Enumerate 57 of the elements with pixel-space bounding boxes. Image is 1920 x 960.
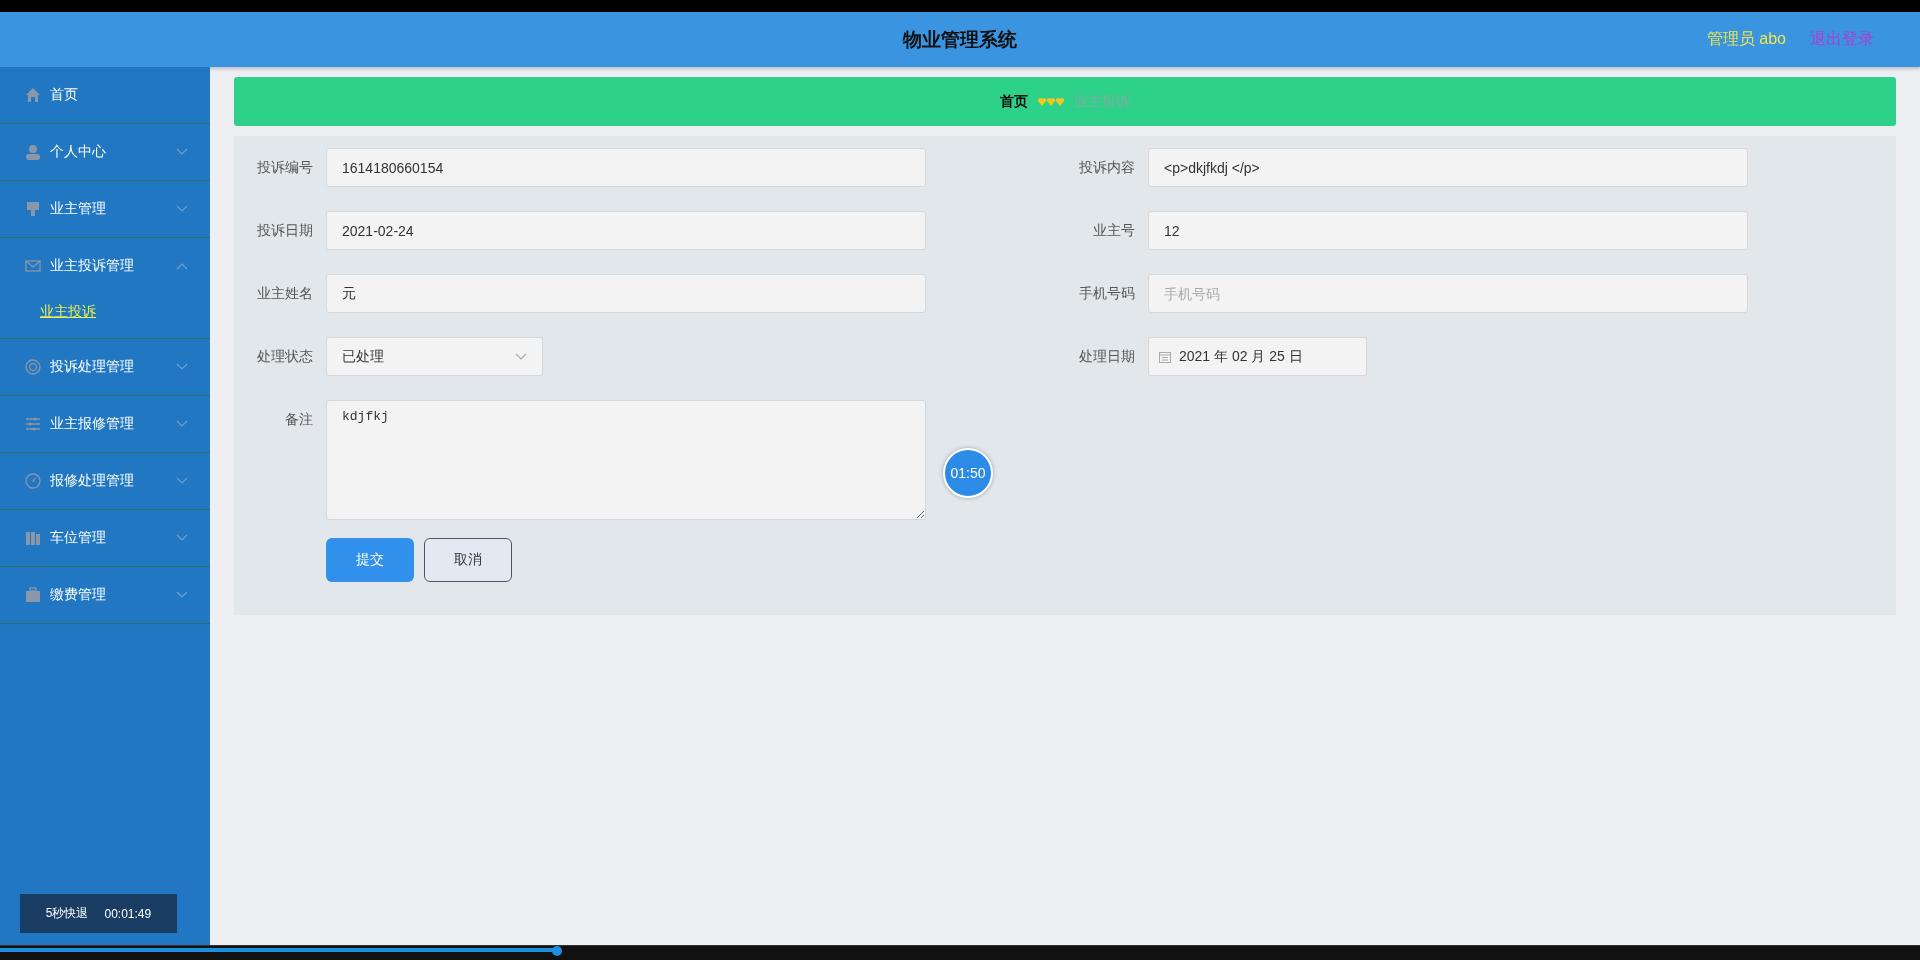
paint-brush-icon [25,201,41,217]
field-label: 投诉内容 [1078,158,1136,177]
sidebar-item[interactable]: 业主管理 [0,181,210,237]
chevron-down-icon [176,477,188,485]
sidebar-item[interactable]: 业主投诉管理 [0,238,210,294]
mail-icon [25,258,41,274]
field-label: 业主号 [1092,221,1136,240]
chevron-down-icon [176,591,188,599]
input-field[interactable]: 2021-02-24 [326,211,926,250]
app-title: 物业管理系统 [903,27,1017,52]
sidebar-item[interactable]: 车位管理 [0,510,210,566]
input-field[interactable]: 手机号码 [1148,274,1748,313]
field-label: 备注 [284,410,314,429]
breadcrumb-link[interactable]: 首页 [1000,92,1028,111]
progress-handle[interactable] [551,946,562,956]
chevron-up-icon [176,262,188,270]
lifebuoy-icon [25,359,41,375]
input-field[interactable]: <p>dkjfkdj </p> [1148,148,1748,187]
field-label: 处理状态 [256,347,314,366]
hearts-icon [1038,97,1064,106]
chevron-down-icon [176,534,188,542]
chevron-down-icon [176,363,188,371]
books-icon [25,530,41,546]
chevron-down-icon [176,205,188,213]
sidebar-item[interactable]: 业主报修管理 [0,396,210,452]
elapsed-time: 00:01:49 [104,906,152,921]
sidebar-item[interactable]: 报修处理管理 [0,453,210,509]
chevron-down-icon [176,148,188,156]
sidebar-item[interactable]: 缴费管理 [0,567,210,623]
home-icon [25,87,41,103]
field-label: 投诉编号 [256,158,314,177]
chevron-down-icon [515,352,527,361]
breadcrumb-current: 业主投诉 [1074,92,1130,111]
text-area[interactable]: kdjfkj [326,400,926,520]
sliders-icon [25,416,41,432]
field-label: 投诉日期 [256,221,314,240]
submenu-item[interactable]: 业主投诉 [0,294,210,338]
date-field[interactable]: 2021 年 02 月 25 日 [1148,337,1367,376]
chevron-down-icon [176,420,188,428]
sidebar-item[interactable]: 个人中心 [0,124,210,180]
sidebar-item[interactable]: 首页 [0,67,210,123]
field-label: 处理日期 [1078,347,1136,366]
sidebar-item[interactable]: 投诉处理管理 [0,339,210,395]
input-field[interactable]: 12 [1148,211,1748,250]
compass-icon [25,473,41,489]
field-label: 业主姓名 [256,284,314,303]
user-icon [25,144,41,160]
user-name: 管理员 abo [1706,29,1786,49]
input-field[interactable]: 1614180660154 [326,148,926,187]
select-field[interactable]: 已处理 [326,337,543,376]
field-label: 手机号码 [1078,284,1136,303]
rewind-label[interactable]: 5秒快退 [45,905,89,922]
calendar-icon [1159,350,1171,363]
input-field[interactable]: 元 [326,274,926,313]
cancel-button[interactable]: 取消 [424,538,512,582]
briefcase-icon [25,587,41,603]
submit-button[interactable]: 提交 [326,538,414,582]
